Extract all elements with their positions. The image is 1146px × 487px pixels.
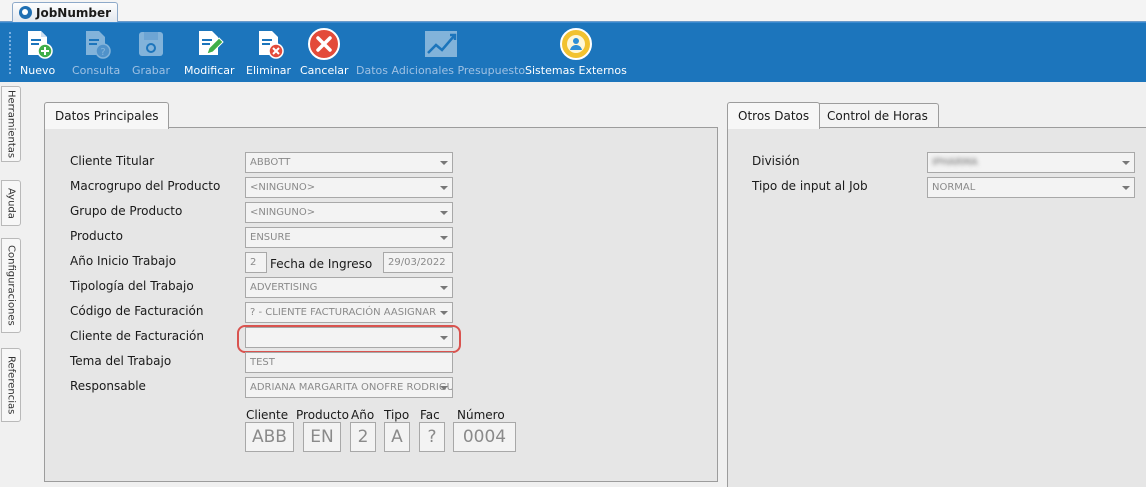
chevron-down-icon (440, 286, 448, 290)
anio-inicio-input[interactable]: 2 (245, 252, 267, 273)
side-tab-ayuda[interactable]: Ayuda (1, 180, 21, 226)
document-tab-label: JobNumber (36, 5, 112, 20)
cliente-titular-select[interactable]: ABBOTT (245, 152, 453, 173)
toolbar-grip[interactable] (8, 31, 12, 75)
document-tabstrip: JobNumber (0, 0, 1146, 22)
chevron-down-icon (440, 386, 448, 390)
cancelar-button[interactable]: Cancelar (300, 27, 349, 79)
chevron-down-icon (1122, 186, 1130, 190)
fecha-ingreso-input[interactable]: 29/03/2022 (383, 252, 453, 273)
chevron-down-icon (440, 236, 448, 240)
code-value-producto: EN (303, 422, 341, 452)
macrogrupo-label: Macrogrupo del Producto (70, 179, 221, 193)
tipologia-select[interactable]: ADVERTISING (245, 277, 453, 298)
doc-edit-icon (192, 27, 226, 61)
doc-delete-icon (252, 27, 286, 61)
side-tab-configuraciones[interactable]: Configuraciones (1, 238, 21, 333)
grabar-button[interactable]: Grabar (132, 27, 170, 79)
code-header-cliente: Cliente (246, 408, 289, 422)
svg-text:?: ? (100, 47, 105, 58)
side-tab-referencias[interactable]: Referencias (1, 348, 21, 422)
cliente-facturacion-label: Cliente de Facturación (70, 329, 204, 343)
tab-otros-datos[interactable]: Otros Datos (727, 102, 821, 129)
division-label: División (752, 154, 800, 168)
side-tab-herramientas[interactable]: Herramientas (1, 86, 21, 162)
toolbar: Nuevo ? Consulta Grabar Modificar Elimin… (0, 22, 1146, 82)
sistemas-externos-button[interactable]: Sistemas Externos (525, 27, 627, 79)
chevron-down-icon (440, 186, 448, 190)
code-value-cliente: ABB (245, 422, 294, 452)
responsable-select[interactable]: ADRIANA MARGARITA ONOFRE RODRIGUEZ (245, 377, 453, 398)
code-header-fac: Fac (420, 408, 440, 422)
cliente-titular-label: Cliente Titular (70, 154, 155, 168)
code-value-numero: 0004 (453, 422, 516, 452)
anio-inicio-label: Año Inicio Trabajo (70, 254, 177, 268)
chart-icon (424, 27, 458, 61)
save-icon (134, 27, 168, 61)
producto-select[interactable]: ENSURE (245, 227, 453, 248)
nuevo-button[interactable]: Nuevo (20, 27, 55, 79)
codigo-facturacion-select[interactable]: ? - CLIENTE FACTURACIÓN AASIGNAR (245, 302, 453, 323)
code-value-fac: ? (419, 422, 445, 452)
cancel-icon (307, 27, 341, 61)
chevron-down-icon (440, 211, 448, 215)
code-header-producto: Producto (296, 408, 349, 422)
code-header-anio: Año (351, 408, 375, 422)
tipo-input-label: Tipo de input al Job (752, 179, 868, 193)
fecha-ingreso-label: Fecha de Ingreso (270, 257, 373, 271)
consulta-button[interactable]: ? Consulta (72, 27, 120, 79)
grupo-producto-select[interactable]: <NINGUNO> (245, 202, 453, 223)
external-systems-icon (559, 27, 593, 61)
code-value-tipo: A (384, 422, 410, 452)
doc-question-icon: ? (79, 27, 113, 61)
modificar-button[interactable]: Modificar (184, 27, 235, 79)
macrogrupo-select[interactable]: <NINGUNO> (245, 177, 453, 198)
code-header-tipo: Tipo (384, 408, 410, 422)
chevron-down-icon (440, 311, 448, 315)
doc-plus-icon (21, 27, 55, 61)
codigo-facturacion-label: Código de Facturación (70, 304, 204, 318)
chevron-down-icon (1122, 161, 1130, 165)
cliente-facturacion-highlight (237, 325, 461, 353)
responsable-label: Responsable (70, 379, 146, 393)
datos-adicionales-presupuesto-button[interactable]: Datos Adicionales Presupuesto (356, 27, 525, 79)
app-logo-icon (19, 6, 32, 19)
tipo-input-select[interactable]: NORMAL (927, 177, 1135, 198)
code-header-numero: Número (457, 408, 505, 422)
tipologia-label: Tipología del Trabajo (70, 279, 194, 293)
tema-trabajo-label: Tema del Trabajo (70, 354, 172, 368)
division-select[interactable]: IPHARMA (927, 152, 1135, 173)
code-value-anio: 2 (350, 422, 376, 452)
chevron-down-icon (440, 161, 448, 165)
grupo-producto-label: Grupo de Producto (70, 204, 183, 218)
tema-trabajo-input[interactable]: TEST (245, 352, 453, 373)
producto-label: Producto (70, 229, 123, 243)
document-tab-jobnumber[interactable]: JobNumber (12, 2, 119, 22)
eliminar-button[interactable]: Eliminar (246, 27, 291, 79)
tab-datos-principales[interactable]: Datos Principales (44, 102, 170, 129)
tab-control-de-horas[interactable]: Control de Horas (816, 103, 939, 127)
